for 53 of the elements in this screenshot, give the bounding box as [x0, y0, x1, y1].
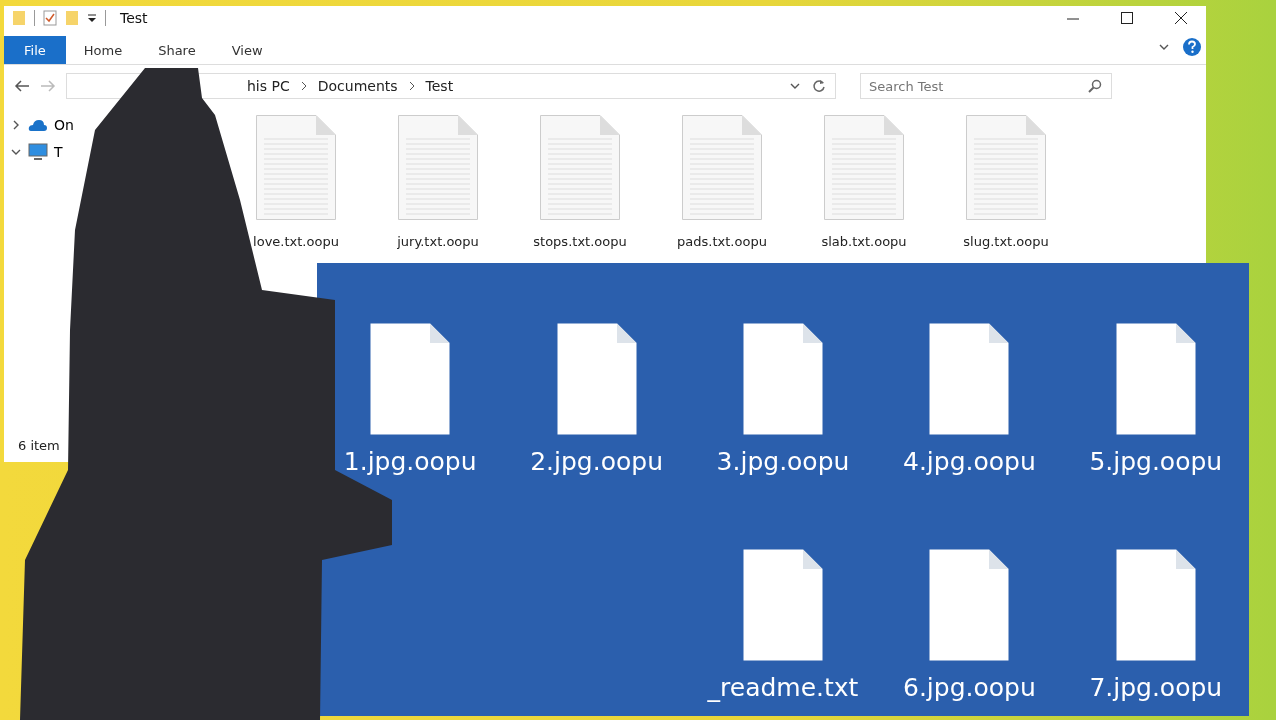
file-icon	[743, 322, 823, 435]
text-file-icon	[256, 115, 336, 220]
close-icon[interactable]	[1174, 11, 1188, 25]
maximize-icon[interactable]	[1120, 11, 1134, 25]
file-name[interactable]: slug.txt.oopu	[963, 234, 1049, 249]
text-file-icon	[966, 115, 1046, 220]
text-file-icon	[398, 115, 478, 220]
text-file-icon	[540, 115, 620, 220]
breadcrumb-item[interactable]: his PC	[247, 78, 290, 94]
file-name[interactable]: 2.jpg.oopu	[530, 446, 663, 476]
breadcrumb-item[interactable]: Documents	[317, 78, 398, 94]
address-bar[interactable]: his PC Documents Test	[66, 73, 836, 99]
file-name[interactable]: 6.jpg.oopu	[903, 673, 1036, 702]
nav-item[interactable]: On	[54, 117, 74, 133]
file-name[interactable]: slab.txt.oopu	[821, 234, 907, 249]
ribbon-tab[interactable]: File	[4, 36, 66, 64]
file-name[interactable]: jury.txt.oopu	[397, 234, 479, 249]
breadcrumb-item[interactable]: Test	[425, 78, 454, 94]
ribbon-tab[interactable]: Share	[140, 36, 214, 64]
text-file-icon	[824, 115, 904, 220]
file-icon	[370, 322, 451, 435]
file-name[interactable]: 3.jpg.oopu	[716, 446, 850, 476]
file-name[interactable]: stops.txt.oopu	[533, 234, 627, 249]
file-icon	[743, 549, 823, 661]
nav-item[interactable]: T	[54, 144, 63, 160]
search-field[interactable]: Search Test	[860, 73, 1112, 99]
file-name[interactable]: 5.jpg.oopu	[1089, 446, 1223, 476]
chevron-icon	[299, 81, 308, 91]
back-arrow-icon[interactable]	[14, 79, 30, 93]
file-icon	[929, 322, 1010, 435]
dropdown-icon[interactable]	[87, 13, 97, 23]
refresh-icon[interactable]	[811, 78, 827, 94]
file-icon	[929, 549, 1010, 661]
properties-icon[interactable]	[43, 10, 57, 26]
status-text: 6 item	[18, 438, 60, 455]
monitor-icon	[28, 143, 48, 161]
ribbon-tab[interactable]: Home	[65, 36, 141, 64]
chevron-icon	[407, 81, 416, 91]
file-name[interactable]: 1.jpg.oopu	[343, 446, 477, 476]
file-name[interactable]: pads.txt.oopu	[677, 234, 767, 249]
ribbon-tab[interactable]: View	[213, 36, 281, 64]
help-icon[interactable]	[1182, 37, 1202, 57]
file-icon	[556, 322, 637, 435]
text-file-icon	[682, 115, 762, 220]
file-name[interactable]: 4.jpg.oopu	[903, 446, 1036, 476]
file-icon	[1115, 322, 1196, 435]
file-name[interactable]: _readme.txt	[707, 673, 859, 702]
search-icon	[1088, 79, 1102, 93]
window-title: Test	[120, 10, 148, 26]
file-name[interactable]: love.txt.oopu	[253, 234, 339, 249]
file-icon	[1115, 549, 1196, 661]
file-name[interactable]: 7.jpg.oopu	[1089, 673, 1223, 702]
cloud-icon	[28, 118, 48, 132]
